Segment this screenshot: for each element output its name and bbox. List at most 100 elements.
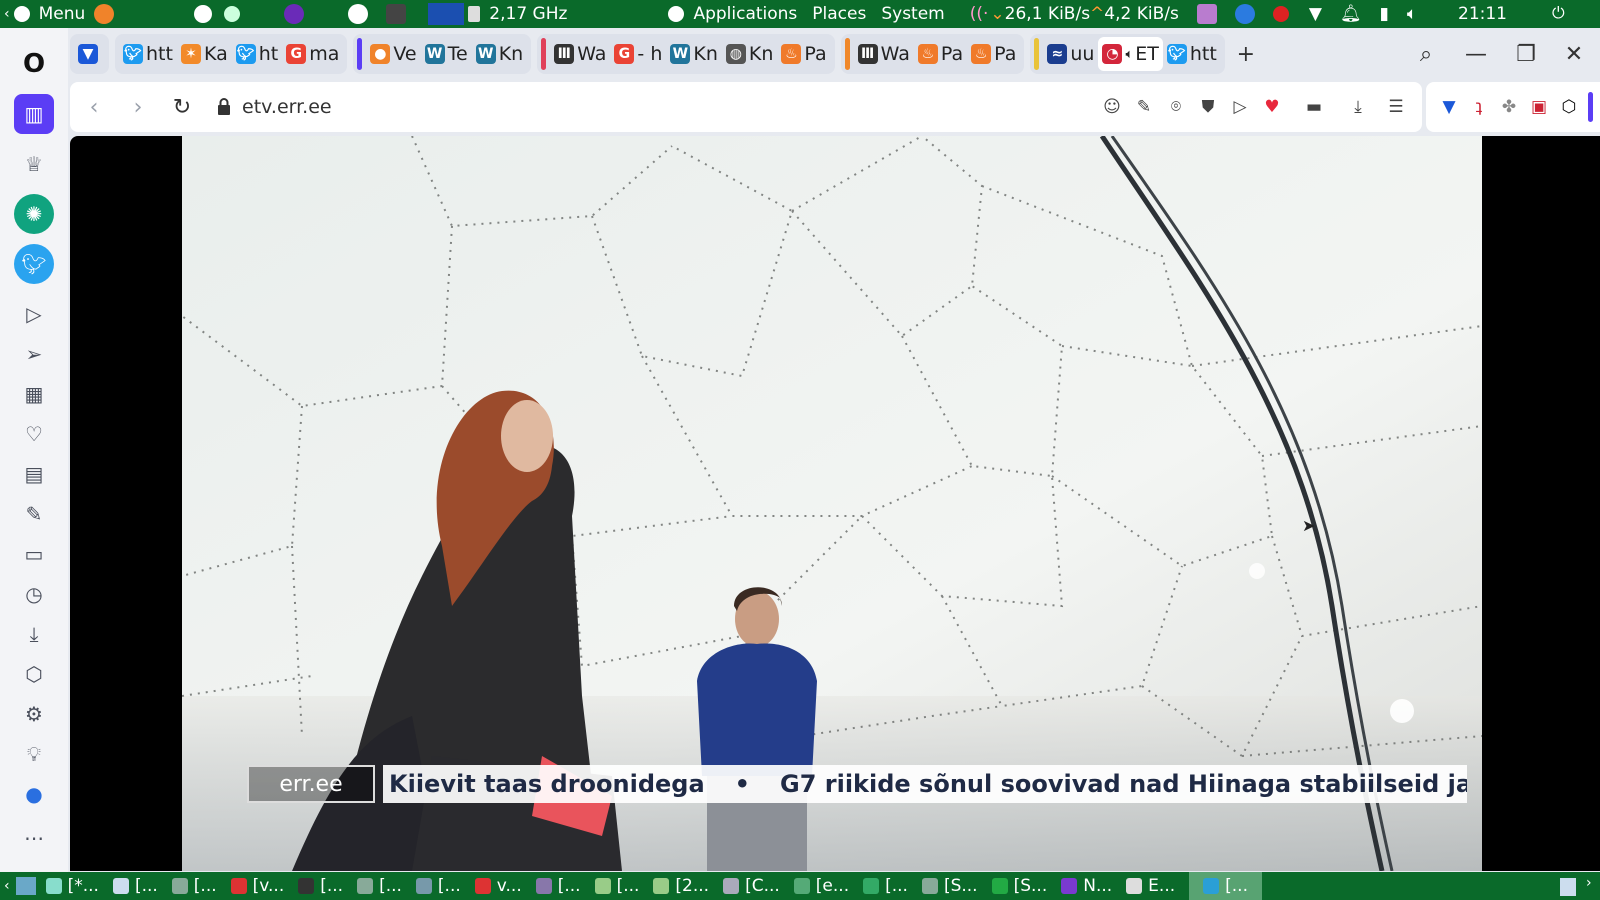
easy-setup-icon[interactable]: ☰ — [1380, 91, 1412, 123]
sidebar-more-icon[interactable]: ⋯ — [14, 818, 54, 858]
sidebar-extensions-icon[interactable]: ⬡ — [14, 654, 54, 694]
translate-extension-icon[interactable]: ʇ — [1464, 92, 1494, 122]
browser-tab[interactable]: Ⅲ Wa — [854, 37, 914, 71]
taskbar-left-arrow-icon[interactable]: ‹ — [4, 878, 10, 894]
sidebar-workspace-icon[interactable]: ▥ — [14, 94, 54, 134]
cube-extension-icon[interactable]: ⬡ — [1554, 92, 1584, 122]
screen-recorder-icon[interactable] — [1196, 4, 1217, 24]
browser-tab[interactable]: ✶ Ka — [177, 37, 232, 71]
browser-tab[interactable]: W Kn — [666, 37, 722, 71]
trash-icon[interactable] — [1560, 878, 1576, 896]
sidebar-news-icon[interactable]: ▤ — [14, 454, 54, 494]
browser-tab[interactable]: ● Ve — [366, 37, 420, 71]
taskbar-item[interactable]: [... — [594, 876, 639, 896]
bookmark-heart-icon[interactable]: ♥ — [1256, 91, 1288, 123]
sidebar-player-icon[interactable]: ▷ — [14, 294, 54, 334]
puzzle-extension-icon[interactable]: ✤ — [1494, 92, 1524, 122]
record-icon[interactable] — [1272, 6, 1289, 22]
browser-tab[interactable]: Ⅲ Wa — [550, 37, 610, 71]
settings-gears-icon[interactable] — [224, 6, 241, 22]
clock[interactable]: 21:11 — [1458, 4, 1507, 24]
taskbar-item[interactable]: [... — [298, 876, 343, 896]
lock-icon[interactable] — [212, 95, 236, 119]
taskbar-item[interactable]: [*... — [45, 876, 99, 896]
back-button[interactable]: ‹ — [72, 85, 116, 129]
taskbar-item[interactable]: [... — [357, 876, 402, 896]
taskbar-item[interactable]: E... — [1126, 876, 1175, 896]
taskbar-item[interactable]: [... — [863, 876, 908, 896]
menu-label[interactable]: Menu — [39, 4, 86, 24]
downloads-icon[interactable]: ⤓ — [1342, 91, 1374, 123]
yoroi-extension-icon[interactable]: ▼ — [1434, 92, 1464, 122]
pin-snapshot-icon[interactable]: ✎ — [1128, 91, 1160, 123]
sidebar-settings-icon[interactable]: ⚙ — [14, 694, 54, 734]
sidebar-history-icon[interactable]: ◷ — [14, 574, 54, 614]
taskbar-item[interactable]: [C... — [723, 876, 780, 896]
browser-tab[interactable]: Gma — [282, 37, 343, 71]
sidebar-downloads-icon[interactable]: ⤓ — [14, 614, 54, 654]
volume-icon[interactable]: 🔈︎ — [1407, 4, 1417, 24]
panel-left-arrow-icon[interactable]: ‹ — [4, 6, 10, 22]
system-menu[interactable]: System — [881, 4, 944, 24]
tab-battery-icon[interactable]: ▬ — [1298, 91, 1330, 123]
sidebar-pinboard-icon[interactable]: ✎ — [14, 494, 54, 534]
emoji-icon[interactable]: ☺ — [1096, 91, 1128, 123]
browser-tab[interactable]: ◔ 🔈︎ ET — [1098, 37, 1163, 71]
taskbar-item[interactable]: [... — [171, 876, 217, 896]
taskbar-item[interactable]: [... — [112, 876, 158, 896]
sidebar-tips-icon[interactable]: 💡︎ — [14, 734, 54, 774]
browser-tab[interactable]: 🐦︎ ht — [232, 37, 283, 71]
accessibility-icon[interactable] — [194, 5, 213, 23]
sidebar-heart-icon[interactable]: ♡ — [14, 414, 54, 454]
browser-tab[interactable]: ♨ Pa — [777, 37, 830, 71]
browser-tab[interactable]: ≈ uu — [1043, 37, 1098, 71]
minimize-button[interactable]: — — [1456, 34, 1496, 74]
browser-tab[interactable]: 🐦︎ htt — [119, 37, 177, 71]
taskbar-item[interactable]: [... — [1189, 872, 1262, 900]
taskbar-item[interactable]: v... — [474, 876, 522, 896]
browser-tab[interactable]: ◍ Kn — [722, 37, 778, 71]
notification-bell-icon[interactable]: 🔔︎ — [1340, 4, 1362, 24]
sidebar-tabs-icon[interactable]: ▭ — [14, 534, 54, 574]
forward-button[interactable]: › — [116, 85, 160, 129]
places-menu[interactable]: Places — [812, 4, 866, 24]
taskbar-item[interactable]: [S... — [921, 876, 978, 896]
battery-icon[interactable]: ▮ — [1380, 4, 1389, 24]
new-tab-button[interactable]: + — [1231, 39, 1261, 69]
clipboard-extension-icon[interactable]: ▣ — [1524, 92, 1554, 122]
video-player[interactable]: err.ee Kiievit taas droonidega • G7 riik… — [182, 136, 1482, 871]
browser-tab[interactable]: ♨ Pa — [914, 37, 967, 71]
taskbar-item[interactable]: [S... — [991, 876, 1047, 896]
camera-icon[interactable]: ⌾ — [1160, 91, 1192, 123]
url-field[interactable]: etv.err.ee — [242, 96, 332, 118]
power-icon[interactable]: ⏻ — [1552, 3, 1565, 23]
reload-button[interactable]: ↻ — [160, 85, 204, 129]
close-button[interactable]: ✕ — [1554, 34, 1594, 74]
shield-icon[interactable]: ⛊ — [1192, 91, 1224, 123]
browser-tab[interactable]: G- h — [610, 37, 666, 71]
send-page-icon[interactable]: ▷ — [1224, 91, 1256, 123]
terminal-icon[interactable] — [386, 4, 407, 24]
opera-icon[interactable] — [348, 4, 369, 24]
podcast-icon[interactable] — [284, 4, 305, 24]
applications-menu[interactable]: Applications — [693, 4, 797, 24]
taskbar-item[interactable]: [e... — [793, 876, 849, 896]
taskbar-item[interactable]: N... — [1061, 876, 1112, 896]
sidebar-twitter-icon[interactable]: 🐦︎ — [14, 244, 54, 284]
taskbar-item[interactable]: [... — [415, 876, 461, 896]
chrome-remote-icon[interactable] — [1234, 4, 1255, 24]
sidebar-crown-icon[interactable]: ♕ — [14, 144, 54, 184]
panel-menu[interactable]: ‹ Menu — [0, 0, 118, 28]
tab-audio-icon[interactable]: 🔈︎ — [1125, 47, 1133, 62]
sidebar-send-icon[interactable]: ➢ — [14, 334, 54, 374]
taskbar-item[interactable]: [v... — [230, 876, 284, 896]
sidebar-chatgpt-icon[interactable]: ✺ — [14, 194, 54, 234]
tab-search-icon[interactable]: ⌕ — [1406, 34, 1446, 74]
browser-tab[interactable]: W Te — [421, 37, 472, 71]
browser-tab[interactable]: ♨ Pa — [967, 37, 1020, 71]
sidebar-chat-icon[interactable]: ● — [14, 774, 54, 814]
restore-button[interactable]: ❐ — [1506, 34, 1546, 74]
opera-logo-icon[interactable]: O — [14, 44, 54, 84]
browser-tab[interactable]: W Kn — [472, 37, 528, 71]
taskbar-item[interactable]: [2... — [653, 876, 709, 896]
